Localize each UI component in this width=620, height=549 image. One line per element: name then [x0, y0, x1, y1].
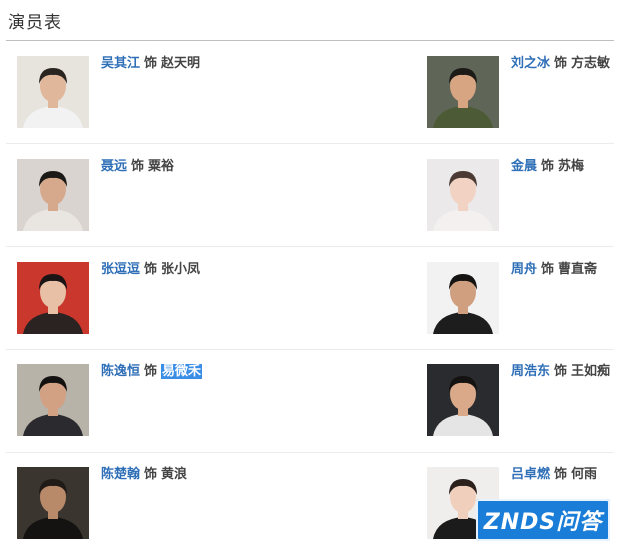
- role-name[interactable]: 王如痴: [571, 364, 610, 379]
- actor-photo[interactable]: [17, 159, 89, 231]
- as-label: 饰: [541, 159, 555, 174]
- row-divider: [6, 452, 614, 453]
- cast-item: 吴其江饰赵天明: [17, 56, 200, 128]
- role-name[interactable]: 何雨: [571, 467, 597, 482]
- role-name[interactable]: 粟裕: [148, 159, 174, 174]
- cast-caption: 周舟饰曹直斋: [511, 262, 597, 278]
- as-label: 饰: [144, 364, 158, 379]
- actor-name-link[interactable]: 金晨: [511, 159, 537, 174]
- role-name[interactable]: 张小凤: [161, 262, 200, 277]
- cast-item: 周浩东饰王如痴: [427, 364, 610, 436]
- as-label: 饰: [144, 467, 158, 482]
- as-label: 饰: [144, 56, 158, 71]
- actor-photo[interactable]: [17, 364, 89, 436]
- as-label: 饰: [541, 262, 555, 277]
- actor-name-link[interactable]: 陈逸恒: [101, 364, 140, 379]
- watermark-logo: ZNDS问答: [476, 499, 610, 541]
- role-name-selected[interactable]: 易微禾: [161, 364, 203, 379]
- cast-caption: 陈逸恒饰易微禾: [101, 364, 203, 380]
- cast-item: 刘之冰饰方志敏: [427, 56, 610, 128]
- role-name[interactable]: 黄浪: [161, 467, 187, 482]
- actor-name-link[interactable]: 吕卓燃: [511, 467, 550, 482]
- role-name[interactable]: 赵天明: [161, 56, 200, 71]
- role-name[interactable]: 方志敏: [571, 56, 610, 71]
- cast-caption: 周浩东饰王如痴: [511, 364, 610, 380]
- cast-caption: 刘之冰饰方志敏: [511, 56, 610, 72]
- cast-item: 张逗逗饰张小凤: [17, 262, 200, 334]
- actor-photo[interactable]: [17, 56, 89, 128]
- actor-name-link[interactable]: 张逗逗: [101, 262, 140, 277]
- cast-caption: 张逗逗饰张小凤: [101, 262, 200, 278]
- actor-photo[interactable]: [427, 159, 499, 231]
- as-label: 饰: [131, 159, 145, 174]
- role-name[interactable]: 苏梅: [558, 159, 584, 174]
- cast-item: 聂远饰粟裕: [17, 159, 174, 231]
- cast-caption: 吕卓燃饰何雨: [511, 467, 597, 483]
- actor-photo[interactable]: [427, 364, 499, 436]
- cast-item: 陈逸恒饰易微禾: [17, 364, 203, 436]
- cast-caption: 金晨饰苏梅: [511, 159, 584, 175]
- actor-name-link[interactable]: 吴其江: [101, 56, 140, 71]
- actor-name-link[interactable]: 刘之冰: [511, 56, 550, 71]
- cast-caption: 吴其江饰赵天明: [101, 56, 200, 72]
- row-divider: [6, 349, 614, 350]
- page-title: 演员表: [8, 13, 62, 33]
- cast-caption: 聂远饰粟裕: [101, 159, 174, 175]
- cast-caption: 陈楚翰饰黄浪: [101, 467, 187, 483]
- actor-name-link[interactable]: 聂远: [101, 159, 127, 174]
- cast-item: 金晨饰苏梅: [427, 159, 584, 231]
- actor-name-link[interactable]: 周浩东: [511, 364, 550, 379]
- role-name[interactable]: 曹直斋: [558, 262, 597, 277]
- cast-item: 陈楚翰饰黄浪: [17, 467, 187, 539]
- cast-item: 周舟饰曹直斋: [427, 262, 597, 334]
- actor-photo[interactable]: [427, 56, 499, 128]
- actor-name-link[interactable]: 陈楚翰: [101, 467, 140, 482]
- as-label: 饰: [144, 262, 158, 277]
- as-label: 饰: [554, 56, 568, 71]
- row-divider: [6, 246, 614, 247]
- actor-photo[interactable]: [427, 262, 499, 334]
- row-divider: [6, 143, 614, 144]
- actor-photo[interactable]: [17, 262, 89, 334]
- as-label: 饰: [554, 364, 568, 379]
- as-label: 饰: [554, 467, 568, 482]
- actor-photo[interactable]: [17, 467, 89, 539]
- actor-name-link[interactable]: 周舟: [511, 262, 537, 277]
- header-divider: [6, 40, 614, 41]
